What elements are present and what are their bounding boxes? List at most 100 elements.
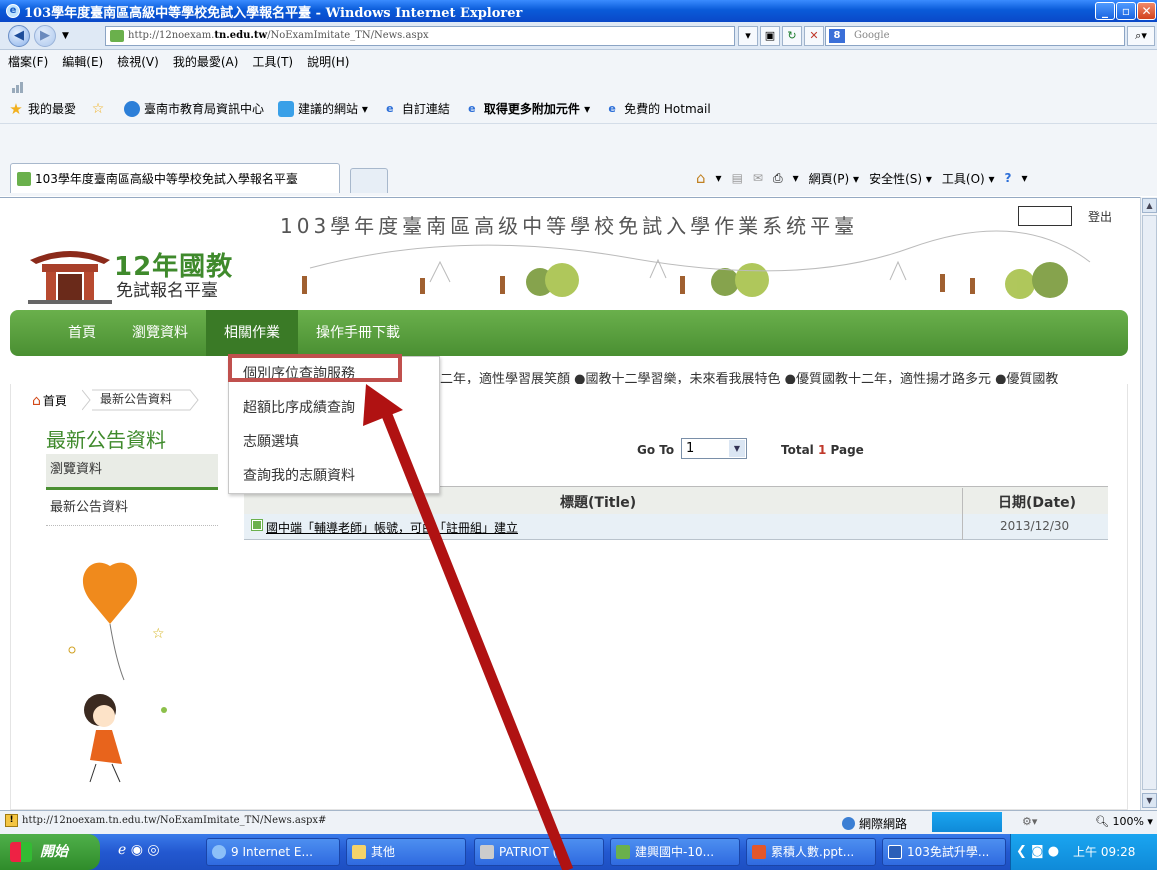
suggested-sites-icon	[278, 100, 295, 117]
menu-tools[interactable]: 工具(T)	[252, 53, 293, 70]
start-label: 開始	[40, 844, 68, 860]
scroll-up-icon[interactable]: ▲	[1142, 198, 1157, 213]
tab-favicon-icon	[17, 172, 31, 186]
compat-view-icon[interactable]: ▣	[760, 26, 780, 46]
fav-link-2[interactable]: 建議的網站 ▾	[278, 100, 368, 117]
tab-title: 103學年度臺南區高級中等學校免試入學報名平臺	[35, 172, 298, 186]
temple-gate-logo	[28, 240, 112, 304]
add-favorite-icon: ☆	[91, 100, 105, 117]
task-label: PATRIOT (	[499, 845, 558, 859]
menu-favorites[interactable]: 我的最愛(A)	[173, 53, 239, 70]
nav-home[interactable]: 首頁	[50, 310, 114, 356]
tray-icons[interactable]: ❮ ◙ ●	[1016, 844, 1059, 859]
task-word[interactable]: 103免試升學...	[882, 838, 1006, 866]
sidebar-item-browse[interactable]: 瀏覽資料	[46, 454, 218, 490]
add-favorite-button[interactable]: ☆	[90, 101, 110, 117]
task-powerpoint[interactable]: 累積人數.ppt...	[746, 838, 876, 866]
stop-icon[interactable]: ✕	[804, 26, 824, 46]
fav-link-3-label: 自訂連結	[401, 102, 450, 116]
favorites-button[interactable]: ★ 我的最愛	[8, 100, 76, 117]
fav-link-5-label: 免費的 Hotmail	[624, 102, 711, 116]
forward-icon[interactable]: ▶	[34, 25, 56, 47]
address-input[interactable]: http://12noexam.tn.edu.tw/NoExamImitate_…	[105, 26, 735, 46]
menu-item-score-query[interactable]: 超額比序成績查詢	[243, 397, 355, 417]
safety-menu[interactable]: 安全性(S) ▾	[869, 170, 932, 187]
url-host: tn.edu.tw	[214, 30, 268, 41]
sidebar-item-news[interactable]: 最新公告資料	[46, 496, 218, 526]
feeds-icon[interactable]: ▤	[732, 171, 743, 185]
nav-manual-download[interactable]: 操作手冊下載	[298, 310, 418, 356]
task-label: 累積人數.ppt...	[771, 845, 855, 859]
menu-item-my-wishes[interactable]: 查詢我的志願資料	[243, 465, 355, 485]
warning-icon: !	[5, 814, 18, 827]
minimize-button[interactable]: _	[1095, 2, 1115, 20]
task-label: 103免試升學...	[907, 845, 990, 859]
page-select[interactable]: 1 ▼	[681, 438, 747, 459]
browser-tab[interactable]: 103學年度臺南區高級中等學校免試入學報名平臺	[10, 163, 340, 193]
favorites-bar: ★ 我的最愛 ☆ 臺南市教育局資訊中心 建議的網站 ▾ e 自訂連結 e 取得更…	[0, 94, 1157, 124]
announcement-link[interactable]: 國中端「輔導老師」帳號，可由「註冊組」建立	[266, 519, 518, 536]
page-menu[interactable]: 網頁(P) ▾	[809, 170, 859, 187]
menu-file[interactable]: 檔案(F)	[8, 53, 48, 70]
status-url: http://12noexam.tn.edu.tw/NoExamImitate_…	[22, 815, 327, 826]
protected-mode-icon[interactable]: ⚙▾	[1022, 815, 1037, 828]
menu-item-choose-wishes[interactable]: 志願選填	[243, 431, 299, 451]
address-dropdown-icon[interactable]: ▾	[738, 26, 758, 46]
breadcrumb-current: 最新公告資料	[100, 392, 173, 406]
powerpoint-icon	[752, 845, 766, 859]
fav-link-3[interactable]: e 自訂連結	[382, 100, 450, 117]
start-button[interactable]: 開始	[0, 834, 100, 870]
close-button[interactable]: ✕	[1137, 2, 1156, 20]
search-icon[interactable]: ⌕▾	[1127, 26, 1155, 46]
menu-view[interactable]: 檢視(V)	[117, 53, 159, 70]
nav-related-tasks[interactable]: 相關作業	[206, 310, 298, 356]
home-dropdown[interactable]: ▾	[716, 171, 722, 185]
fav-link-1[interactable]: 臺南市教育局資訊中心	[124, 100, 264, 117]
total-pages: Total 1 Page	[781, 443, 864, 457]
zoom-level[interactable]: 🔍︎ 100% ▾	[1095, 815, 1153, 828]
fav-link-4-label: 取得更多附加元件 ▾	[483, 102, 591, 116]
print-icon[interactable]: ⎙	[773, 171, 783, 186]
vertical-scrollbar[interactable]: ▲ ▼	[1140, 197, 1157, 810]
ie-icon	[212, 845, 226, 859]
print-dropdown[interactable]: ▾	[793, 171, 799, 185]
help-dropdown[interactable]: ▾	[1022, 171, 1028, 185]
girl-balloon-illustration: ☆	[68, 562, 167, 783]
search-input[interactable]: Google	[825, 26, 1125, 46]
total-suffix: Page	[826, 443, 864, 457]
clock[interactable]: 上午 09:28	[1073, 845, 1135, 859]
quick-launch-icons[interactable]: ℯ ◉ ◎	[118, 842, 160, 858]
menu-help[interactable]: 說明(H)	[307, 53, 349, 70]
history-dropdown-icon[interactable]: ▼	[62, 31, 69, 41]
scroll-down-icon[interactable]: ▼	[1142, 793, 1157, 808]
nav-browse[interactable]: 瀏覽資料	[114, 310, 206, 356]
help-icon[interactable]: ?	[1005, 171, 1012, 185]
site-title: 103學年度臺南區高级中等學校免試入學作業系统平臺	[280, 214, 859, 238]
task-folder[interactable]: 其他	[346, 838, 466, 866]
read-mail-icon[interactable]: ✉	[753, 171, 763, 185]
url-path: /NoExamImitate_TN/News.aspx	[267, 30, 429, 41]
new-tab-button[interactable]	[350, 168, 388, 193]
task-internet-explorer[interactable]: 9 Internet E...	[206, 838, 340, 866]
maximize-button[interactable]: ▫	[1116, 2, 1136, 20]
breadcrumb-home[interactable]: ⌂ 首頁	[32, 392, 67, 409]
globe-icon	[842, 817, 855, 830]
logout-link[interactable]: 登出	[1088, 208, 1112, 225]
language-bar[interactable]	[932, 812, 1002, 832]
word-icon	[888, 845, 902, 859]
back-icon[interactable]: ◀	[8, 25, 30, 47]
menu-edit[interactable]: 編輯(E)	[62, 53, 103, 70]
task-usb-drive[interactable]: PATRIOT (	[474, 838, 604, 866]
task-label: 9 Internet E...	[231, 845, 313, 859]
window-title-bar: e 103學年度臺南區高級中等學校免試入學報名平臺 - Windows Inte…	[0, 0, 1157, 22]
window-title: 103學年度臺南區高級中等學校免試入學報名平臺 - Windows Intern…	[24, 5, 523, 21]
tools-menu[interactable]: 工具(O) ▾	[942, 170, 995, 187]
home-icon[interactable]: ⌂	[696, 169, 706, 187]
refresh-icon[interactable]: ↻	[782, 26, 802, 46]
security-zone: 網際網路	[842, 815, 907, 832]
search-provider-icon: 8	[829, 29, 845, 43]
task-school-window[interactable]: 建興國中-10...	[610, 838, 740, 866]
fav-link-5[interactable]: e 免費的 Hotmail	[604, 100, 711, 117]
fav-link-4[interactable]: e 取得更多附加元件 ▾	[464, 100, 590, 117]
scroll-thumb[interactable]	[1142, 215, 1157, 790]
